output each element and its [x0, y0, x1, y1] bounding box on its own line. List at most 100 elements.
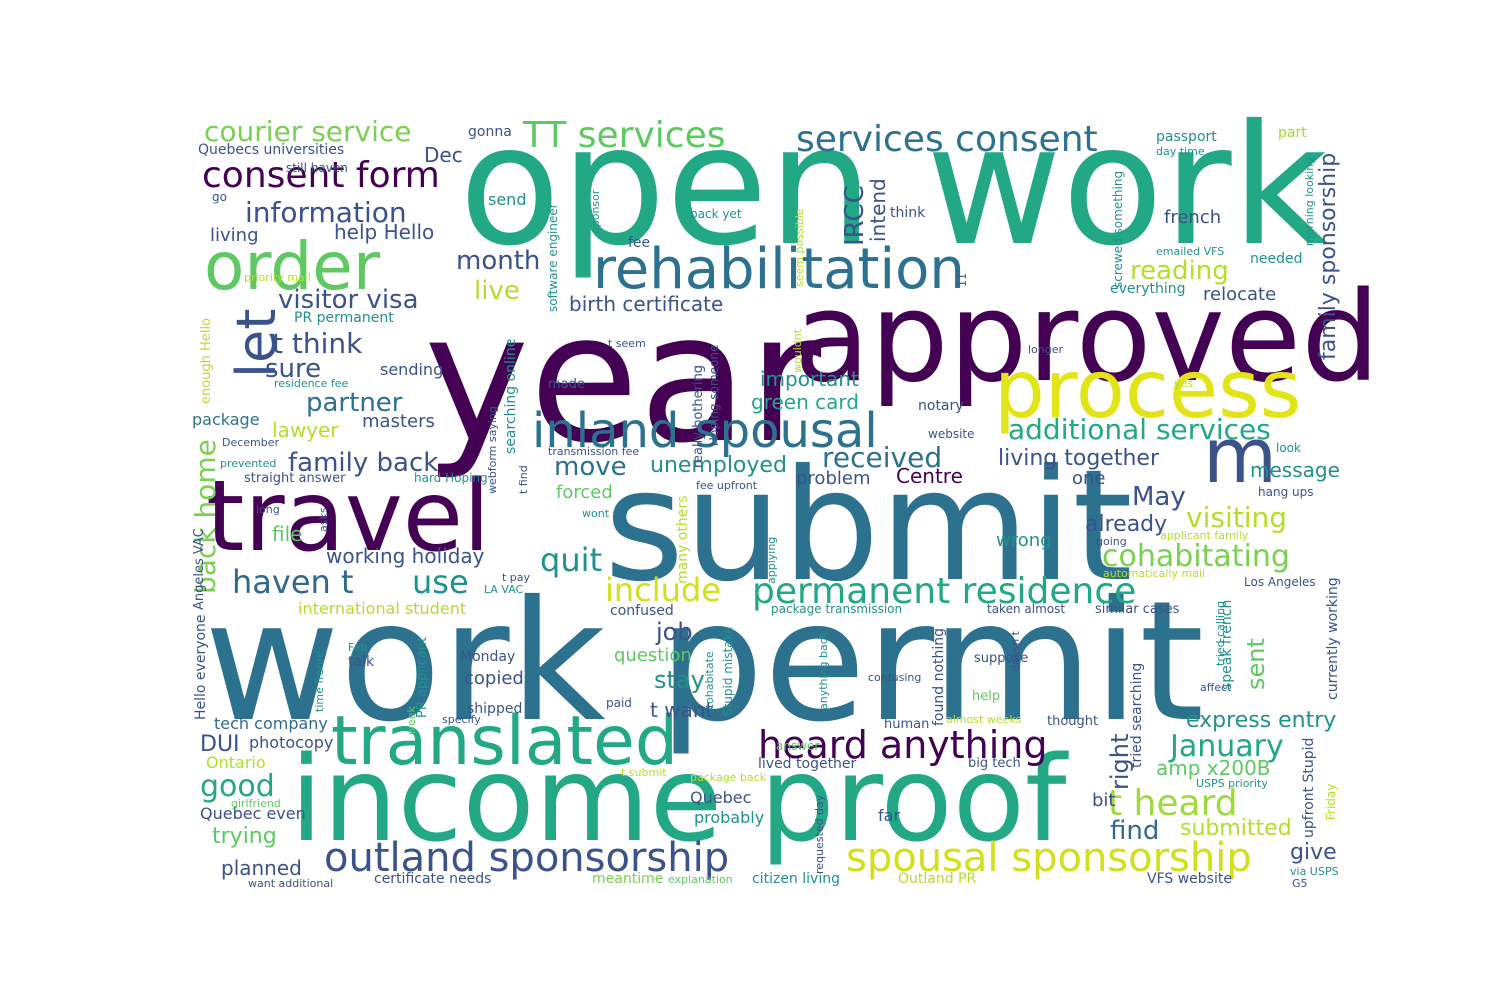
- cloud-word: human: [884, 717, 930, 732]
- cloud-word: tried calling: [1214, 600, 1227, 666]
- cloud-word: working holiday: [326, 544, 485, 568]
- cloud-word: one: [1072, 468, 1106, 489]
- cloud-word: fee: [628, 235, 651, 251]
- cloud-word: Feb: [348, 641, 368, 654]
- cloud-word: t submit: [621, 766, 667, 779]
- cloud-word: prevented: [220, 457, 277, 470]
- cloud-word: Stupid mistake: [721, 626, 735, 716]
- cloud-word: IRCC: [840, 185, 870, 246]
- cloud-word: currently working: [1325, 577, 1341, 700]
- cloud-word: hang ups: [1258, 485, 1314, 499]
- cloud-word: Hoping someone: [707, 344, 721, 446]
- cloud-word: package: [192, 410, 260, 429]
- cloud-word: birth certificate: [569, 292, 724, 316]
- cloud-word: PR permanent: [294, 310, 394, 326]
- cloud-word: morning looking: [1303, 156, 1316, 246]
- cloud-word: services consent: [796, 119, 1098, 160]
- cloud-word: anything back: [817, 631, 830, 710]
- cloud-word: thought: [1047, 714, 1099, 729]
- cloud-word: Angeles VAC: [192, 528, 207, 610]
- cloud-word: 11: [956, 273, 969, 287]
- cloud-word: automatically mail: [1103, 567, 1206, 580]
- cloud-word: living together: [998, 446, 1159, 471]
- word-cloud: open work year approved work permit subm…: [0, 0, 1500, 1000]
- cloud-word: message: [1250, 458, 1340, 482]
- cloud-word: Outland PR: [898, 871, 977, 887]
- cloud-word: green card: [751, 390, 859, 414]
- cloud-word: give: [1290, 840, 1337, 865]
- cloud-word: long: [256, 503, 280, 516]
- cloud-word: stay: [654, 666, 705, 694]
- cloud-word: emailed VFS: [1156, 245, 1225, 258]
- cloud-word: answer: [776, 739, 820, 753]
- cloud-word: wrong: [996, 530, 1052, 551]
- cloud-word: Hello everyone: [193, 614, 209, 720]
- cloud-word: hard Hoping: [414, 471, 488, 485]
- cloud-word: searching online: [503, 338, 519, 454]
- cloud-word: look: [1276, 441, 1301, 455]
- cloud-word: December: [222, 436, 280, 449]
- cloud-word: visiting: [1186, 501, 1287, 534]
- cloud-word: doesn t: [1009, 631, 1022, 672]
- cloud-word: time frame: [313, 651, 326, 712]
- cloud-word: bit: [1092, 790, 1116, 811]
- cloud-word: include: [605, 571, 721, 609]
- cloud-word: similar cases: [1095, 602, 1180, 617]
- cloud-word: additional services: [1008, 413, 1271, 446]
- cloud-word: want additional: [248, 877, 334, 890]
- cloud-word: Quebecs universities: [198, 142, 345, 158]
- cloud-word: question: [614, 645, 692, 666]
- cloud-word: t seem: [608, 337, 646, 350]
- cloud-word: notary: [918, 398, 964, 414]
- cloud-word: important: [760, 367, 859, 391]
- cloud-word: VFS website: [1147, 871, 1232, 887]
- cloud-word: day time: [1156, 145, 1205, 158]
- cloud-word: living: [210, 225, 259, 246]
- cloud-word: family sponsorship: [1316, 152, 1341, 360]
- cloud-word: transmission fee: [548, 445, 640, 458]
- cloud-word: website: [928, 427, 975, 441]
- cloud-word: lived together: [758, 756, 857, 772]
- cloud-word: job: [656, 618, 693, 646]
- cloud-word: confusing: [868, 671, 922, 684]
- cloud-word: asks: [317, 507, 330, 532]
- cloud-word: citizen living: [752, 871, 840, 887]
- cloud-word: almost weeks: [946, 713, 1022, 726]
- cloud-word: planned: [221, 856, 302, 880]
- cloud-word: Centre: [896, 464, 963, 488]
- cloud-word: longer: [1028, 343, 1064, 356]
- cloud-word: french: [1164, 207, 1222, 228]
- cloud-word: meantime: [592, 871, 664, 887]
- cloud-word: screwed something: [1111, 170, 1125, 288]
- cloud-word: photocopy: [249, 733, 334, 752]
- cloud-word: week: [405, 706, 418, 735]
- cloud-word: file: [272, 522, 303, 546]
- cloud-word: Dec: [424, 143, 463, 167]
- cloud-word: found nothing: [931, 627, 947, 726]
- cloud-word: help: [972, 689, 1001, 704]
- cloud-word: sent: [1242, 638, 1270, 690]
- cloud-word: sponsor: [589, 189, 602, 233]
- cloud-word: TT services: [523, 115, 726, 156]
- cloud-word: use: [412, 563, 469, 601]
- cloud-word: package back: [690, 771, 767, 784]
- cloud-word: already: [1085, 512, 1168, 537]
- cloud-word: applicant family: [1160, 529, 1249, 542]
- cloud-word: live: [474, 276, 520, 306]
- cloud-word: applying: [765, 536, 778, 584]
- cloud-word: t pay: [502, 571, 531, 584]
- cloud-word: Los Angeles: [1244, 575, 1316, 589]
- cloud-word: via USPS: [1290, 865, 1339, 878]
- cloud-word: explanation: [668, 873, 733, 886]
- cloud-word: specify: [442, 713, 481, 726]
- cloud-word: far: [878, 806, 901, 825]
- cloud-word: intend: [866, 178, 890, 242]
- cloud-word: tech company: [214, 714, 328, 733]
- cloud-word: relocate: [1203, 284, 1277, 305]
- cloud-word: quit: [540, 541, 603, 579]
- cloud-word: software engineer: [546, 203, 560, 312]
- cloud-word: talk: [348, 654, 375, 670]
- cloud-word: straight answer: [244, 471, 346, 486]
- cloud-word: needed: [1250, 251, 1303, 267]
- cloud-word: enough Hello: [199, 317, 214, 404]
